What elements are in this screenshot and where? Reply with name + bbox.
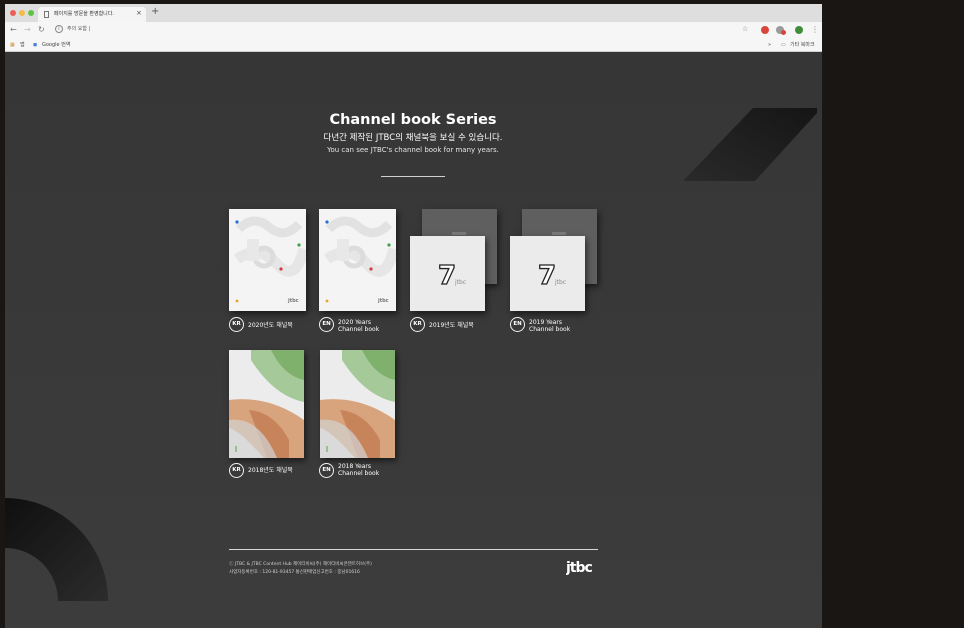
svg-text:7: 7 xyxy=(538,261,556,291)
book-label: 2018 Years Channel book xyxy=(338,463,380,477)
browser-window: 페이지를 방문을 환영합니다. × + ← → ↻ i 주의 요함 | ☆ ⋮ … xyxy=(5,4,822,628)
book-cover-2018[interactable] xyxy=(229,350,304,458)
bookmark-google-translate[interactable]: Google 번역 xyxy=(42,41,70,49)
google-translate-icon: ◼ xyxy=(33,42,38,48)
book-label: 2020년도 채널북 xyxy=(248,322,293,329)
tab-title: 페이지를 방문을 환영합니다. xyxy=(54,11,114,17)
lang-badge-en: EN xyxy=(510,317,525,332)
book-cover-2018[interactable] xyxy=(320,350,395,458)
page-title: Channel book Series xyxy=(329,112,497,128)
extension-icon[interactable] xyxy=(761,26,769,34)
browser-tab[interactable]: 페이지를 방문을 환영합니다. × xyxy=(38,7,146,22)
book-cover-2020[interactable]: jtbc xyxy=(229,209,306,311)
info-icon[interactable]: i xyxy=(55,25,63,33)
corner-stripe-decoration xyxy=(683,108,817,181)
jtbc-logo[interactable]: jtbc xyxy=(566,559,600,575)
jtbc-logo-text: jtbc xyxy=(566,560,593,575)
minimize-window-button[interactable] xyxy=(19,10,25,16)
menu-kebab-icon[interactable]: ⋮ xyxy=(811,25,819,34)
book-2019-en[interactable]: 7 jtbc EN 2019 Years Channel book xyxy=(510,209,605,334)
book-label: 2018년도 채널북 xyxy=(248,467,293,474)
forward-arrow-icon[interactable]: → xyxy=(24,25,31,34)
svg-text:jtbc: jtbc xyxy=(377,298,389,304)
book-2018-en[interactable]: EN 2018 Years Channel book xyxy=(319,350,404,480)
lang-badge-kr: KR xyxy=(229,463,244,478)
book-2018-kr[interactable]: KR 2018년도 채널북 xyxy=(229,350,309,480)
tab-close-icon[interactable]: × xyxy=(136,9,142,18)
close-window-button[interactable] xyxy=(10,10,16,16)
book-2020-kr[interactable]: jtbc KR 2020년도 채널북 xyxy=(229,209,309,334)
book-label: 2020 Years Channel book xyxy=(338,319,380,333)
book-cover-2020[interactable]: jtbc xyxy=(319,209,396,311)
document-icon xyxy=(44,11,49,18)
bookmarks-bar: ▦ 앱 ◼ Google 번역 » ▭ 기타 북마크 xyxy=(5,38,822,52)
footer-copyright: ⓒ JTBC & JTBC Content Hub 제이티비씨(주) 제이티비씨… xyxy=(229,562,372,567)
profile-avatar[interactable] xyxy=(795,26,803,34)
back-arrow-icon[interactable]: ← xyxy=(10,25,17,34)
footer-business-number: 사업자등록번호 : 120-81-93457 통신판매업신고번호 : 중남016… xyxy=(229,570,360,575)
subtitle-english: You can see JTBC's channel book for many… xyxy=(327,146,499,154)
quarter-arc-decoration xyxy=(5,498,108,601)
apps-grid-icon[interactable]: ▦ xyxy=(10,41,15,49)
book-cover-2019[interactable]: 7 jtbc xyxy=(510,236,585,311)
channel-book-page: Channel book Series 다년간 제작된 JTBC의 채널북을 보… xyxy=(5,52,822,628)
svg-text:jtbc: jtbc xyxy=(554,279,566,286)
book-2020-en[interactable]: jtbc EN 2020 Years Channel book xyxy=(319,209,404,334)
address-bar[interactable]: i 주의 요함 | xyxy=(51,24,743,36)
svg-text:jtbc: jtbc xyxy=(454,279,466,286)
subtitle-korean: 다년간 제작된 JTBC의 채널북을 보실 수 있습니다. xyxy=(323,133,503,143)
new-tab-button[interactable]: + xyxy=(151,7,159,17)
svg-text:7: 7 xyxy=(438,261,456,291)
footer-divider xyxy=(229,549,598,550)
book-label: 2019 Years Channel book xyxy=(529,319,571,333)
svg-text:jtbc: jtbc xyxy=(287,298,299,304)
url-text: 주의 요함 | xyxy=(67,26,91,32)
folder-icon: ▭ xyxy=(781,42,786,48)
title-divider xyxy=(381,176,445,177)
bookmarks-overflow[interactable]: » xyxy=(768,41,771,49)
book-cover-2019[interactable]: 7 jtbc xyxy=(410,236,485,311)
book-label: 2019년도 채널북 xyxy=(429,322,474,329)
screen: 페이지를 방문을 환영합니다. × + ← → ↻ i 주의 요함 | ☆ ⋮ … xyxy=(0,0,964,628)
lang-badge-en: EN xyxy=(319,463,334,478)
tab-bar: 페이지를 방문을 환영합니다. × + xyxy=(5,4,822,22)
other-bookmarks[interactable]: 기타 북마크 xyxy=(790,41,815,49)
bookmark-apps[interactable]: 앱 xyxy=(20,41,25,49)
reload-icon[interactable]: ↻ xyxy=(38,25,45,34)
lang-badge-en: EN xyxy=(319,317,334,332)
lang-badge-kr: KR xyxy=(410,317,425,332)
lang-badge-kr: KR xyxy=(229,317,244,332)
maximize-window-button[interactable] xyxy=(28,10,34,16)
book-2019-kr[interactable]: 7 jtbc KR 2019년도 채널북 xyxy=(410,209,505,334)
star-icon[interactable]: ☆ xyxy=(742,25,748,34)
browser-toolbar: ← → ↻ i 주의 요함 | ☆ ⋮ xyxy=(5,22,822,38)
notification-badge-icon xyxy=(781,30,786,35)
